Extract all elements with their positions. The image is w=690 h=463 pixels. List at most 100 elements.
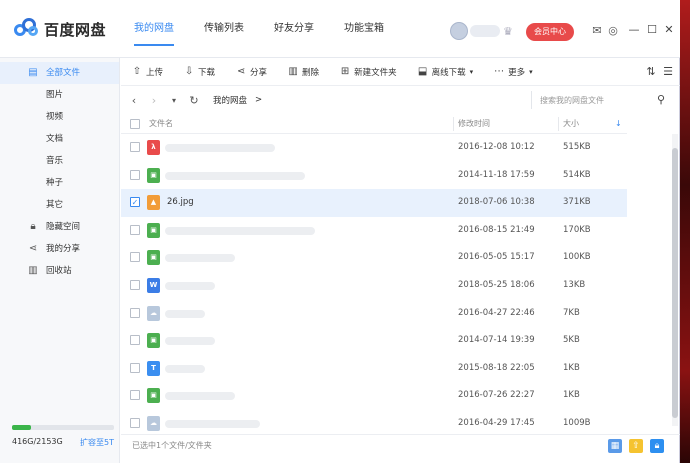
file-name-redacted[interactable] — [165, 364, 205, 373]
expand-storage-link[interactable]: 扩容至5T — [80, 437, 114, 448]
table-row[interactable]: ▣ 2016-07-26 22:27 1KB — [121, 382, 627, 410]
minimize-icon[interactable]: — — [628, 23, 640, 37]
file-name-redacted[interactable] — [165, 420, 260, 428]
file-name-redacted[interactable] — [165, 282, 215, 290]
upload-button[interactable]: ⇧ 上传 — [131, 66, 163, 78]
file-size: 371KB — [563, 197, 591, 208]
breadcrumb-path[interactable]: 我的网盘 — [213, 94, 247, 106]
table-row[interactable]: ▣ 2014-07-14 19:39 5KB — [121, 327, 627, 355]
list-view-icon[interactable]: ☰ — [661, 65, 675, 79]
sidebar-item-other[interactable]: 其它 — [0, 194, 119, 216]
tab-transfers[interactable]: 传输列表 — [204, 0, 244, 58]
file-name-redacted[interactable] — [165, 144, 275, 152]
sidebar-item-my-shares[interactable]: ⋖ 我的分享 — [0, 238, 119, 260]
delete-button[interactable]: ▥ 删除 — [287, 66, 319, 78]
scrollbar[interactable] — [672, 134, 678, 426]
history-dropdown-icon[interactable]: ▾ — [167, 96, 181, 105]
upload-float-icon[interactable]: ⇧ — [629, 439, 643, 453]
file-name-redacted[interactable] — [165, 392, 235, 401]
maximize-icon[interactable]: ☐ — [646, 23, 658, 37]
refresh-icon[interactable]: ↻ — [187, 94, 201, 107]
close-icon[interactable]: ✕ — [663, 23, 675, 37]
app-file-icon: ▣ — [147, 222, 160, 238]
scrollbar-thumb[interactable] — [672, 148, 678, 418]
search-input[interactable] — [532, 91, 642, 109]
row-checkbox[interactable] — [130, 418, 140, 428]
table-row[interactable]: λ 2016-12-08 10:12 515KB — [121, 134, 627, 162]
download-button[interactable]: ⇩ 下载 — [183, 66, 215, 78]
app-file-icon: ▣ — [147, 333, 160, 349]
avatar[interactable] — [450, 22, 468, 40]
table-row[interactable]: ▣ 2016-05-05 15:17 100KB — [121, 244, 627, 272]
row-checkbox[interactable] — [130, 362, 140, 373]
file-size: 514KB — [563, 169, 591, 180]
sidebar-item-music[interactable]: 音乐 — [0, 150, 119, 172]
column-size[interactable]: 大小 — [563, 114, 579, 134]
table-row[interactable]: ▣ 2016-08-15 21:49 170KB — [121, 217, 627, 245]
sidebar-item-docs[interactable]: 文档 — [0, 128, 119, 150]
file-size: 7KB — [563, 307, 580, 318]
row-checkbox[interactable] — [130, 142, 140, 152]
pdf-file-icon: λ — [147, 140, 160, 155]
sidebar-item-videos[interactable]: 视频 — [0, 106, 119, 128]
column-name[interactable]: 文件名 — [149, 114, 173, 134]
sidebar-item-label: 种子 — [46, 178, 64, 188]
vip-center-button[interactable]: 会员中心 — [526, 23, 574, 41]
delete-label: 删除 — [302, 67, 320, 78]
sidebar-item-all-files[interactable]: ▤ 全部文件 — [0, 62, 119, 84]
row-checkbox[interactable] — [130, 307, 140, 318]
share-button[interactable]: ⋖ 分享 — [235, 66, 267, 78]
search-icon[interactable]: ⚲ — [657, 93, 665, 106]
file-name[interactable]: 26.jpg — [167, 189, 194, 217]
table-row[interactable]: T 2015-08-18 22:05 1KB — [121, 355, 627, 383]
table-row[interactable]: ✓ ▲ 26.jpg 2018-07-06 10:38 371KB — [121, 189, 627, 217]
tab-my-disk[interactable]: 我的网盘 — [134, 0, 174, 58]
table-row[interactable]: ☁ 2016-04-27 22:46 7KB — [121, 300, 627, 328]
sort-icon[interactable]: ⇅ — [644, 65, 658, 79]
row-checkbox[interactable]: ✓ — [130, 197, 140, 208]
row-checkbox[interactable] — [130, 252, 140, 263]
sidebar: ▤ 全部文件 图片 视频 文档 音乐 种子 其它 🔒︎ 隐藏空间 ⋖ 我的分享 … — [0, 58, 120, 463]
new-folder-button[interactable]: ⊞ 新建文件夹 — [339, 66, 397, 78]
row-checkbox[interactable] — [130, 280, 140, 290]
tab-toolbox[interactable]: 功能宝箱 — [344, 0, 384, 58]
file-name-redacted[interactable] — [165, 254, 235, 263]
offline-download-button[interactable]: ⬓ 离线下载 ▾ — [417, 66, 473, 78]
row-checkbox[interactable] — [130, 224, 140, 235]
sidebar-item-images[interactable]: 图片 — [0, 84, 119, 106]
table-row[interactable]: ▣ 2014-11-18 17:59 514KB — [121, 162, 627, 190]
tab-friend-share[interactable]: 好友分享 — [274, 0, 314, 58]
sort-down-icon[interactable]: ↓ — [615, 114, 622, 134]
crown-icon[interactable]: ♛ — [503, 25, 517, 38]
mail-icon[interactable]: ✉ — [590, 24, 604, 38]
sidebar-item-label: 视频 — [46, 112, 64, 122]
grid-view-icon[interactable]: ▦ — [608, 439, 622, 453]
username-redacted — [470, 25, 500, 37]
sidebar-item-label: 回收站 — [46, 266, 72, 276]
sidebar-item-recycle-bin[interactable]: ▥ 回收站 — [0, 260, 119, 282]
forward-icon[interactable]: › — [147, 94, 161, 107]
download-icon: ⇩ — [184, 66, 194, 77]
file-name-redacted[interactable] — [165, 337, 215, 346]
app-window: 百度网盘 我的网盘 传输列表 好友分享 功能宝箱 ♛ 会员中心 ✉ ◎ — ☐ … — [0, 0, 680, 463]
sidebar-item-hidden-space[interactable]: 🔒︎ 隐藏空间 — [0, 216, 119, 238]
cloud-file-icon: ☁ — [147, 416, 160, 431]
back-icon[interactable]: ‹ — [127, 94, 141, 107]
lock-icon[interactable]: 🔒︎ — [650, 439, 664, 453]
file-name-redacted[interactable] — [165, 309, 205, 318]
lock-icon: 🔒︎ — [30, 221, 36, 232]
file-name-redacted[interactable] — [165, 226, 315, 235]
row-checkbox[interactable] — [130, 335, 140, 346]
share-icon: ⋖ — [236, 66, 246, 77]
column-date[interactable]: 修改时间 — [458, 114, 490, 134]
row-checkbox[interactable] — [130, 169, 140, 180]
table-row[interactable]: W 2018-05-25 18:06 13KB — [121, 272, 627, 300]
row-checkbox[interactable] — [130, 390, 140, 401]
select-all-checkbox[interactable] — [130, 119, 140, 129]
file-name-redacted[interactable] — [165, 171, 305, 180]
settings-icon[interactable]: ◎ — [606, 24, 620, 38]
sidebar-item-torrents[interactable]: 种子 — [0, 172, 119, 194]
sidebar-item-label: 图片 — [46, 90, 64, 100]
more-button[interactable]: ⋯ 更多 ▾ — [493, 66, 533, 78]
file-date: 2016-07-26 22:27 — [458, 390, 535, 401]
